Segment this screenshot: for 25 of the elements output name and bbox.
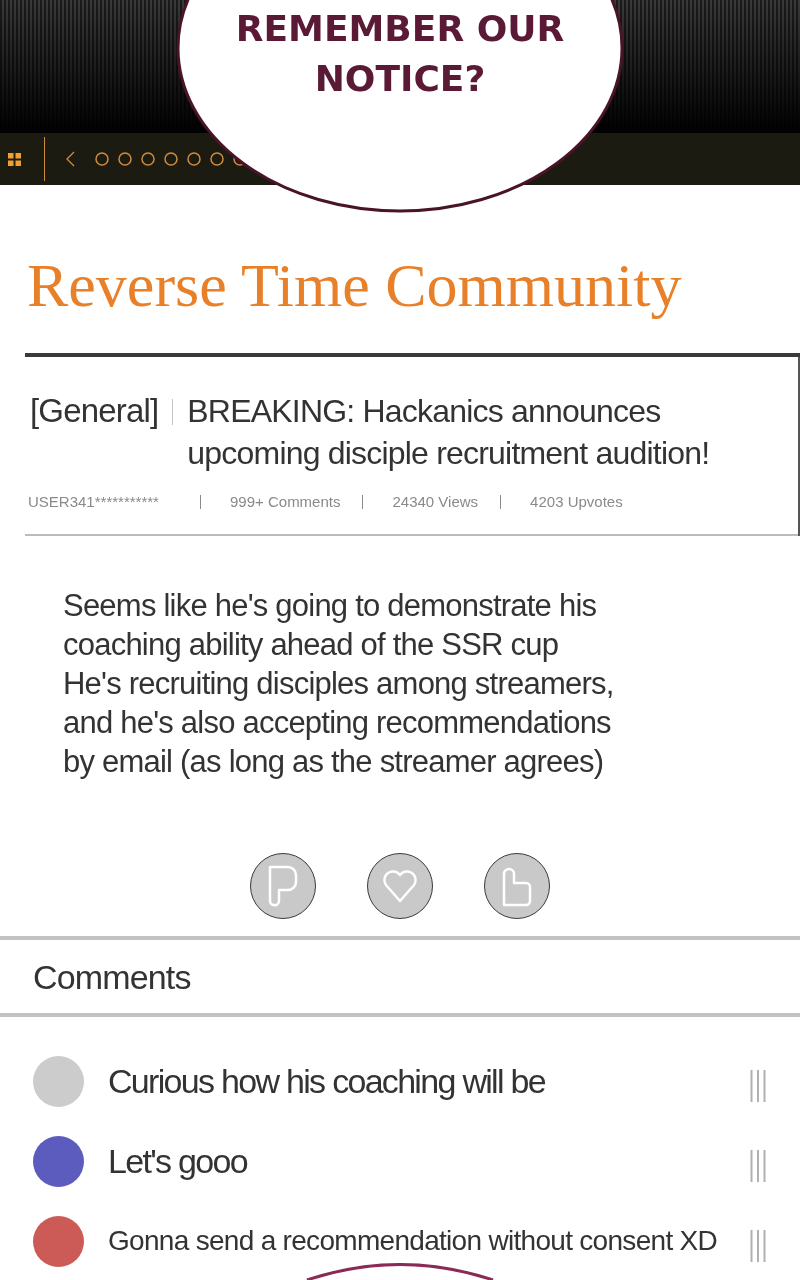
grid-icon[interactable] xyxy=(8,152,21,166)
post-category: [General] xyxy=(30,391,159,431)
heart-icon xyxy=(382,869,418,903)
post-stat: 24340 Views xyxy=(392,492,479,512)
circle-icon xyxy=(141,152,155,166)
circle-icon xyxy=(118,152,132,166)
post-stat: 999+ Comments xyxy=(230,492,341,512)
comments-heading: Comments xyxy=(33,957,192,997)
thumbs-down-icon xyxy=(268,865,298,907)
circle-icon xyxy=(164,152,178,166)
bubble-text: REMEMBER OUR NOTICE? xyxy=(234,7,566,101)
chevron-left-icon[interactable] xyxy=(66,151,75,167)
author-name: USER341*********** xyxy=(28,492,160,512)
circle-icon xyxy=(95,152,109,166)
post-paragraph: He's recruiting disciples among streamers, and he's also accepting recommendations by email (as long as the streamer agrees) xyxy=(63,665,615,781)
circle-icon xyxy=(210,152,224,166)
comment-text: Gonna send a recommendation without consent XD xyxy=(108,1224,719,1258)
post-stat: 4203 Upvotes xyxy=(530,492,623,512)
post-title: BREAKING: Hackanics announces upcoming disciple recruitment audition! xyxy=(187,392,711,473)
comment-text: Curious how his coaching will be xyxy=(108,1060,546,1102)
circle-icon xyxy=(187,152,201,166)
post-paragraph: Seems like he's going to demonstrate his coaching ability ahead of the SSR cup xyxy=(63,587,598,664)
thumbs-up-icon xyxy=(502,865,532,907)
community-title: Reverse Time Community xyxy=(27,250,683,321)
comment-text: Let's gooo xyxy=(108,1140,249,1182)
